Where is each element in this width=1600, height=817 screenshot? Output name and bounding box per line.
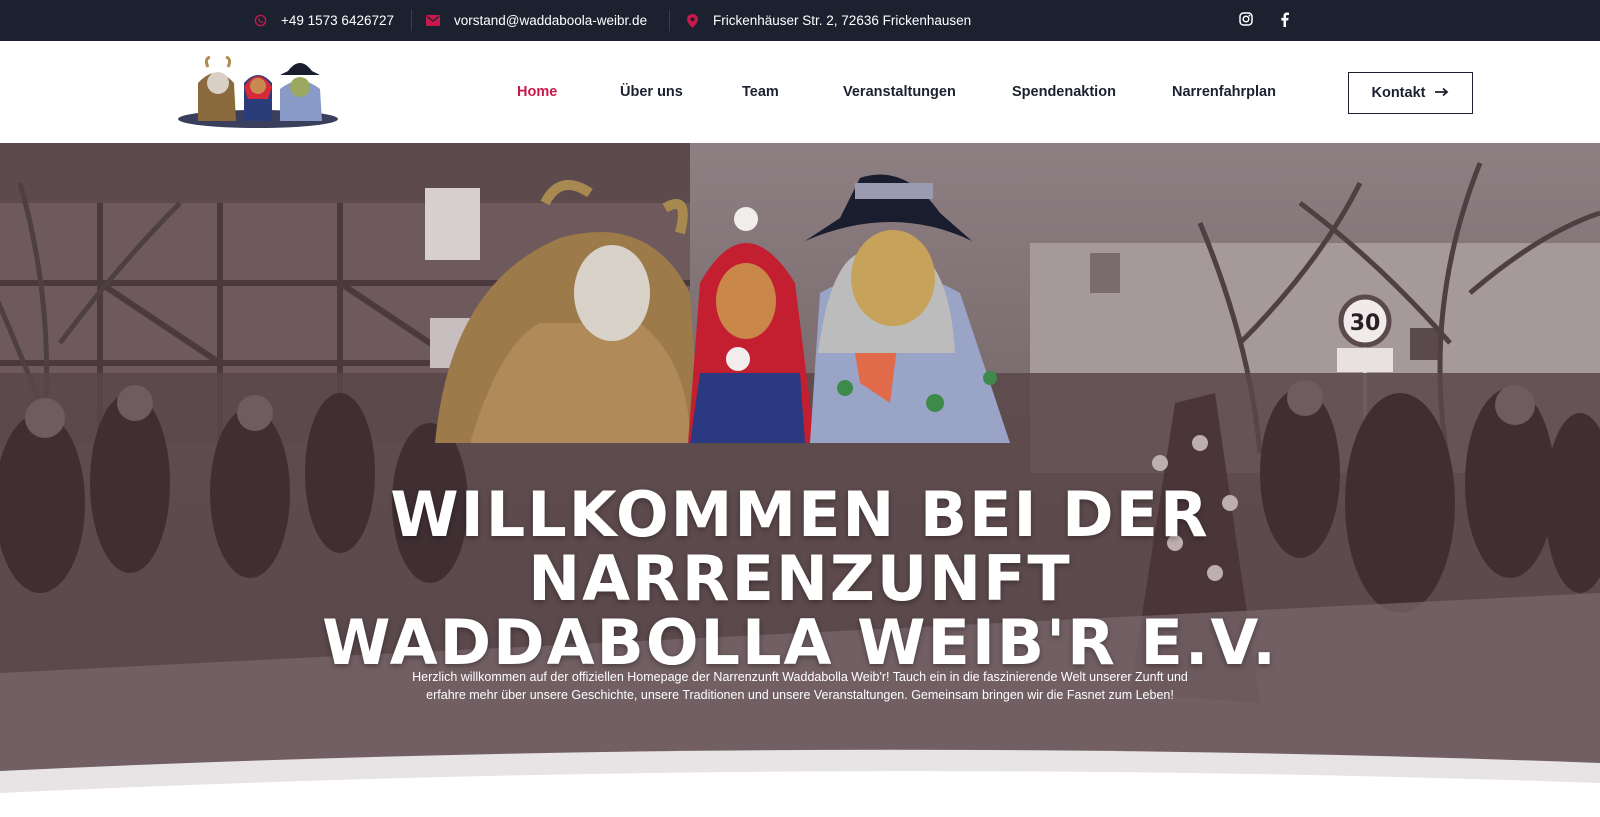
nav-narrenfahrplan[interactable]: Narrenfahrplan (1172, 41, 1276, 143)
address-contact: Frickenhäuser Str. 2, 72636 Frickenhause… (685, 0, 971, 41)
hero-section: 30 WILLKOMMEN BEI DER NARRENZUNFT WADDAB… (0, 143, 1600, 817)
mail-icon (426, 14, 440, 28)
hero-subtitle-line: erfahre mehr über unsere Geschichte, uns… (426, 688, 1174, 702)
arrow-right-icon (1435, 85, 1449, 101)
email-contact[interactable]: vorstand@waddaboola-weibr.de (426, 0, 647, 41)
nav-veranstaltungen[interactable]: Veranstaltungen (843, 41, 956, 143)
map-pin-icon (685, 13, 699, 28)
hero-title-line: WILLKOMMEN BEI DER (390, 478, 1210, 551)
site-logo[interactable] (176, 53, 340, 129)
instagram-link[interactable] (1239, 0, 1253, 41)
hero-subtitle: Herzlich willkommen auf der offiziellen … (300, 668, 1300, 704)
address-text: Frickenhäuser Str. 2, 72636 Frickenhause… (713, 13, 972, 28)
nav-home[interactable]: Home (517, 41, 557, 143)
facebook-link[interactable] (1280, 0, 1289, 41)
hero-title-line: WADDABOLLA WEIB'R E.V. (322, 606, 1278, 679)
hero-title-line: NARRENZUNFT (528, 542, 1072, 615)
email-address[interactable]: vorstand@waddaboola-weibr.de (454, 13, 647, 28)
divider (411, 10, 412, 31)
speed-limit-sign: 30 (1350, 311, 1381, 336)
hero-subtitle-line: Herzlich willkommen auf der offiziellen … (412, 670, 1188, 684)
site-header: Home Über uns Team Veranstaltungen Spend… (0, 41, 1600, 143)
phone-number[interactable]: +49 1573 6426727 (281, 13, 394, 28)
kontakt-button-label: Kontakt (1371, 85, 1426, 101)
whatsapp-icon (253, 14, 267, 28)
facebook-icon[interactable] (1280, 12, 1289, 30)
nav-ueber-uns[interactable]: Über uns (620, 41, 683, 143)
top-bar: +49 1573 6426727 vorstand@waddaboola-wei… (0, 0, 1600, 41)
divider (669, 10, 670, 31)
instagram-icon[interactable] (1239, 12, 1253, 29)
phone-contact[interactable]: +49 1573 6426727 (253, 0, 394, 41)
nav-team[interactable]: Team (742, 41, 779, 143)
nav-spendenaktion[interactable]: Spendenaktion (1012, 41, 1116, 143)
kontakt-button[interactable]: Kontakt (1348, 72, 1473, 114)
hero-title: WILLKOMMEN BEI DER NARRENZUNFT WADDABOLL… (200, 483, 1400, 675)
